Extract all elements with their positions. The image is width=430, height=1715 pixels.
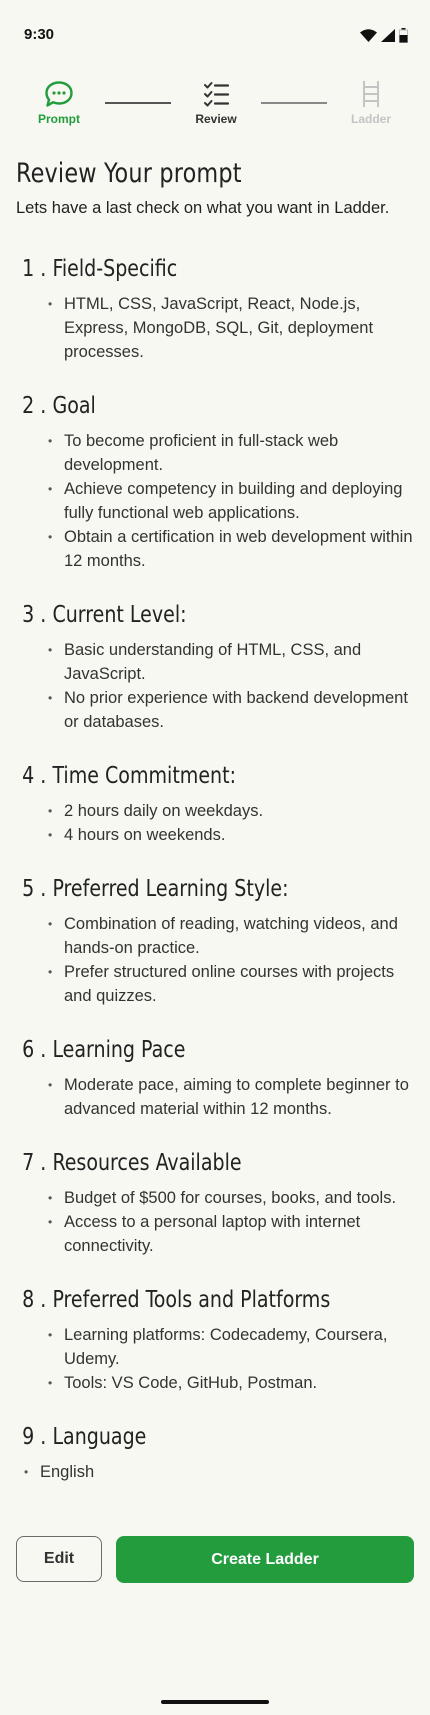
section-title: Time Commitment: bbox=[52, 763, 237, 789]
list-item: Combination of reading, watching videos,… bbox=[0, 912, 430, 960]
status-bar: 9:30 bbox=[0, 0, 430, 72]
section-field-specific: 1 .Field-Specific HTML, CSS, JavaScript,… bbox=[0, 252, 430, 389]
list-item: Tools: VS Code, GitHub, Postman. bbox=[0, 1371, 430, 1395]
status-icons bbox=[360, 28, 408, 43]
section-number: 4 . bbox=[22, 763, 47, 789]
step-review[interactable]: Review bbox=[176, 80, 256, 126]
prompt-sections: 1 .Field-Specific HTML, CSS, JavaScript,… bbox=[0, 252, 430, 1500]
list-item: Access to a personal laptop with interne… bbox=[0, 1210, 430, 1258]
section-language: 9 .Language English bbox=[0, 1420, 430, 1500]
list-item: Learning platforms: Codecademy, Coursera… bbox=[0, 1323, 430, 1371]
cellular-signal-icon bbox=[381, 29, 395, 42]
wifi-icon bbox=[360, 29, 377, 42]
section-heading: 7 . Resources Available bbox=[0, 1146, 396, 1180]
list-item: 4 hours on weekends. bbox=[0, 823, 430, 847]
section-goal: 2 .Goal To become proficient in full-sta… bbox=[0, 389, 430, 598]
list-item: Moderate pace, aiming to complete beginn… bbox=[0, 1073, 430, 1121]
section-number: 9 . bbox=[22, 1424, 47, 1450]
list-item: 2 hours daily on weekdays. bbox=[0, 799, 430, 823]
step-label-prompt: Prompt bbox=[38, 112, 80, 126]
step-prompt[interactable]: Prompt bbox=[19, 80, 99, 126]
list-item: HTML, CSS, JavaScript, React, Node.js, E… bbox=[0, 292, 430, 364]
list-item: No prior experience with backend develop… bbox=[0, 686, 430, 734]
section-heading: 1 . Field-Specific bbox=[0, 252, 396, 286]
section-number: 6 . bbox=[22, 1037, 47, 1063]
progress-stepper: Prompt Review Ladder bbox=[0, 80, 430, 130]
section-title: Goal bbox=[52, 393, 96, 419]
section-number: 2 . bbox=[22, 393, 47, 419]
section-title: Learning Pace bbox=[52, 1037, 186, 1063]
section-heading: 6 . Learning Pace bbox=[0, 1033, 396, 1067]
list-item: Budget of $500 for courses, books, and t… bbox=[0, 1186, 430, 1210]
section-number: 5 . bbox=[22, 876, 47, 902]
step-connector bbox=[105, 102, 171, 104]
section-resources: 7 .Resources Available Budget of $500 fo… bbox=[0, 1146, 430, 1283]
edit-button[interactable]: Edit bbox=[16, 1536, 102, 1582]
section-title: Current Level: bbox=[52, 602, 187, 628]
status-time: 9:30 bbox=[24, 26, 55, 43]
section-tools-platforms: 8 .Preferred Tools and Platforms Learnin… bbox=[0, 1283, 430, 1420]
section-title: Preferred Learning Style: bbox=[52, 876, 289, 902]
list-item: To become proficient in full-stack web d… bbox=[0, 429, 430, 477]
step-label-review: Review bbox=[195, 112, 237, 126]
section-title: Language bbox=[52, 1424, 147, 1450]
section-learning-style: 5 .Preferred Learning Style: Combination… bbox=[0, 872, 430, 1033]
section-number: 3 . bbox=[22, 602, 47, 628]
section-current-level: 3 .Current Level: Basic understanding of… bbox=[0, 598, 430, 759]
ladder-icon bbox=[363, 81, 379, 107]
home-indicator[interactable] bbox=[161, 1700, 269, 1704]
battery-icon bbox=[399, 28, 408, 43]
section-heading: 2 . Goal bbox=[0, 389, 396, 423]
list-item: Obtain a certification in web developmen… bbox=[0, 525, 430, 573]
list-item: Prefer structured online courses with pr… bbox=[0, 960, 430, 1008]
section-title: Resources Available bbox=[52, 1150, 242, 1176]
section-number: 1 . bbox=[22, 256, 47, 282]
step-label-ladder: Ladder bbox=[350, 112, 391, 126]
section-title: Preferred Tools and Platforms bbox=[52, 1287, 331, 1313]
list-item: English bbox=[0, 1460, 430, 1484]
section-number: 8 . bbox=[22, 1287, 47, 1313]
section-title: Field-Specific bbox=[52, 256, 178, 282]
section-heading: 5 . Preferred Learning Style: bbox=[0, 872, 396, 906]
section-learning-pace: 6 .Learning Pace Moderate pace, aiming t… bbox=[0, 1033, 430, 1146]
section-time-commitment: 4 .Time Commitment: 2 hours daily on wee… bbox=[0, 759, 430, 872]
page-subtitle: Lets have a last check on what you want … bbox=[16, 199, 390, 217]
section-heading: 8 . Preferred Tools and Platforms bbox=[0, 1283, 396, 1317]
list-item: Achieve competency in building and deplo… bbox=[0, 477, 430, 525]
page-title: Review Your prompt bbox=[16, 158, 242, 189]
section-heading: 3 . Current Level: bbox=[0, 598, 396, 632]
create-ladder-button[interactable]: Create Ladder bbox=[116, 1536, 414, 1583]
section-heading: 9 . Language bbox=[0, 1420, 396, 1454]
checklist-icon bbox=[204, 82, 230, 107]
section-number: 7 . bbox=[22, 1150, 47, 1176]
section-heading: 4 . Time Commitment: bbox=[0, 759, 396, 793]
list-item: Basic understanding of HTML, CSS, and Ja… bbox=[0, 638, 430, 686]
chat-bubble-icon bbox=[45, 81, 73, 107]
step-ladder: Ladder bbox=[331, 80, 411, 126]
step-connector bbox=[261, 102, 327, 104]
